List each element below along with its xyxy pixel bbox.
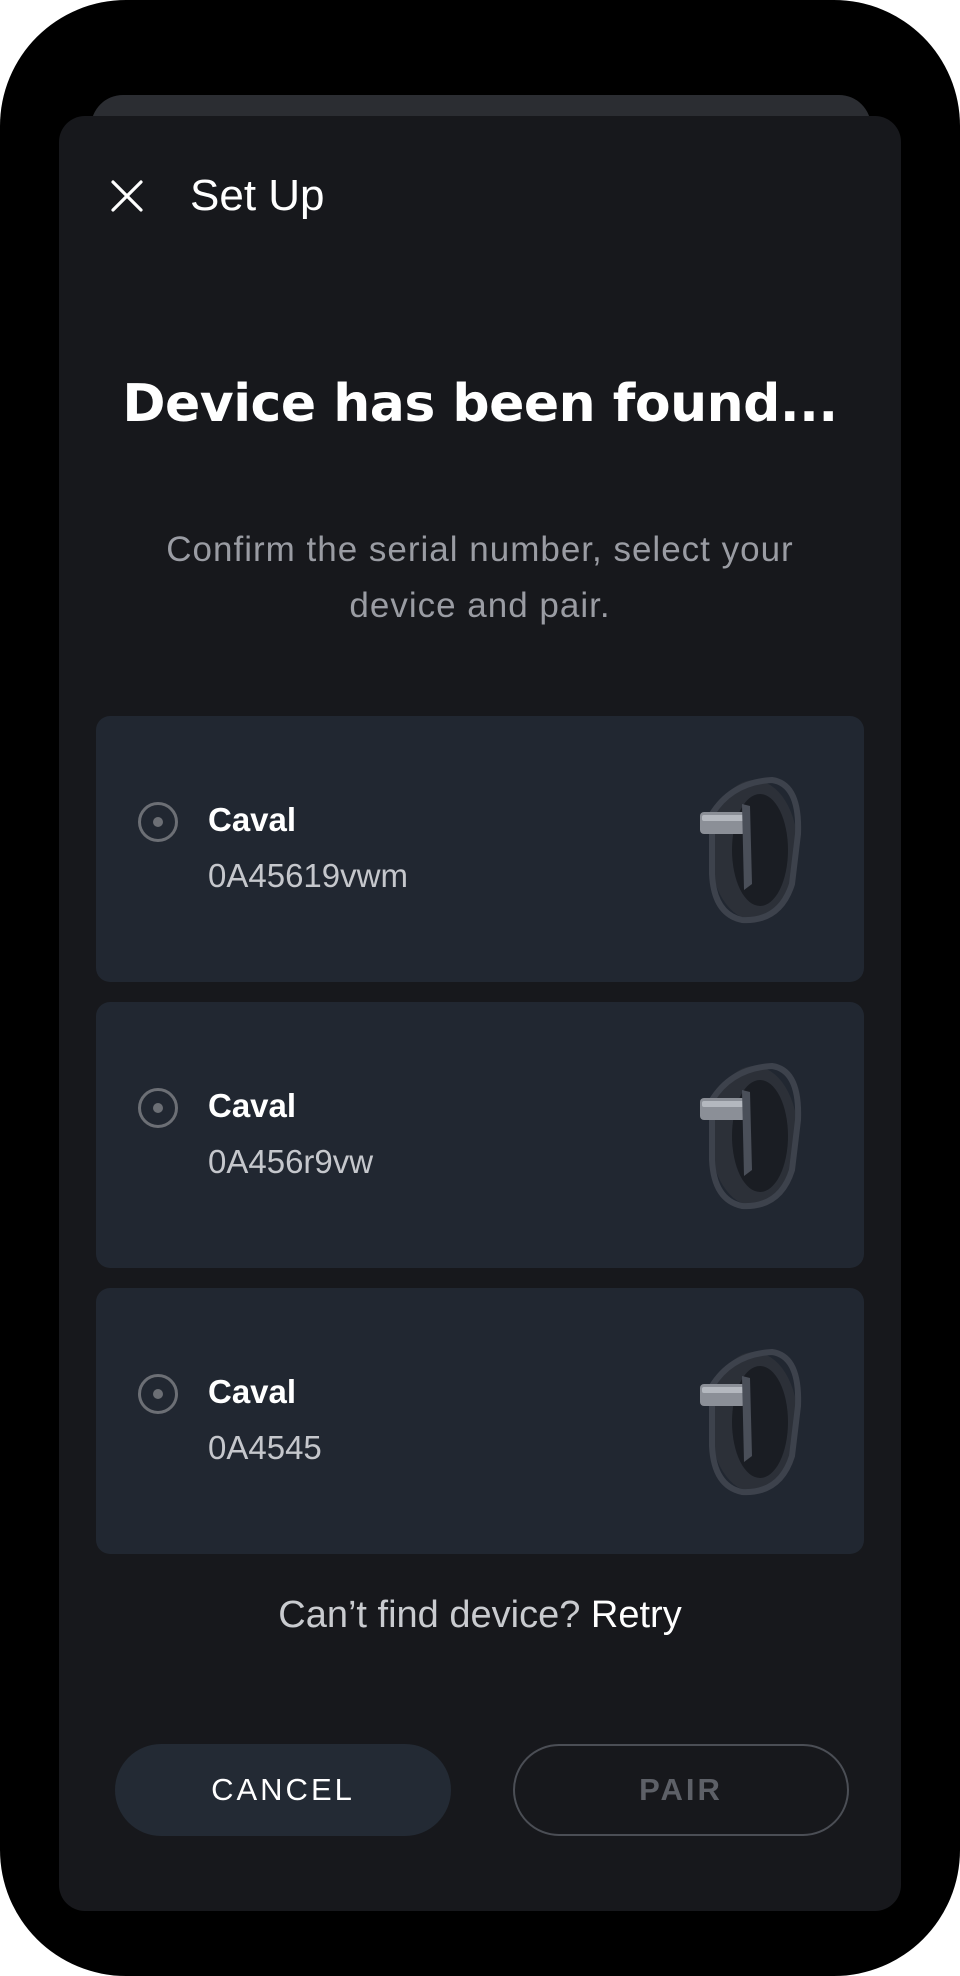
device-option-2[interactable]: Caval 0A456r9vw bbox=[96, 1002, 864, 1268]
close-icon bbox=[111, 180, 143, 212]
wristband-image bbox=[700, 1062, 802, 1210]
device-option-1[interactable]: Caval 0A45619vwm bbox=[96, 716, 864, 982]
radio-button[interactable] bbox=[138, 1088, 178, 1128]
device-serial: 0A456r9vw bbox=[208, 1143, 374, 1180]
radio-button[interactable] bbox=[138, 802, 178, 842]
retry-link[interactable]: Retry bbox=[591, 1594, 682, 1636]
instructions-text: Confirm the serial number, select your d… bbox=[166, 530, 794, 625]
device-name: Caval bbox=[208, 801, 297, 838]
device-option-3[interactable]: Caval 0A4545 bbox=[96, 1288, 864, 1554]
wristband-image bbox=[700, 776, 802, 924]
wristband-image bbox=[700, 1348, 802, 1496]
device-name: Caval bbox=[208, 1373, 297, 1410]
pair-button[interactable]: PAIR bbox=[513, 1744, 849, 1836]
device-name: Caval bbox=[208, 1087, 297, 1124]
setup-sheet: Set Up Device has been found... Confirm … bbox=[59, 116, 901, 1911]
cancel-button[interactable]: CANCEL bbox=[115, 1744, 451, 1836]
device-list: Caval 0A45619vwm Caval 0A456r9vw Caval 0… bbox=[96, 716, 864, 1574]
device-serial: 0A4545 bbox=[208, 1429, 322, 1466]
page-title: Set Up bbox=[190, 171, 325, 220]
close-button[interactable] bbox=[103, 172, 151, 220]
retry-prompt: Can’t find device? Retry bbox=[59, 1594, 901, 1637]
retry-prompt-text: Can’t find device? bbox=[278, 1594, 581, 1636]
phone-frame: Set Up Device has been found... Confirm … bbox=[0, 0, 960, 1976]
found-headline: Device has been found... bbox=[122, 374, 838, 434]
radio-button[interactable] bbox=[138, 1374, 178, 1414]
device-serial: 0A45619vwm bbox=[208, 857, 408, 894]
